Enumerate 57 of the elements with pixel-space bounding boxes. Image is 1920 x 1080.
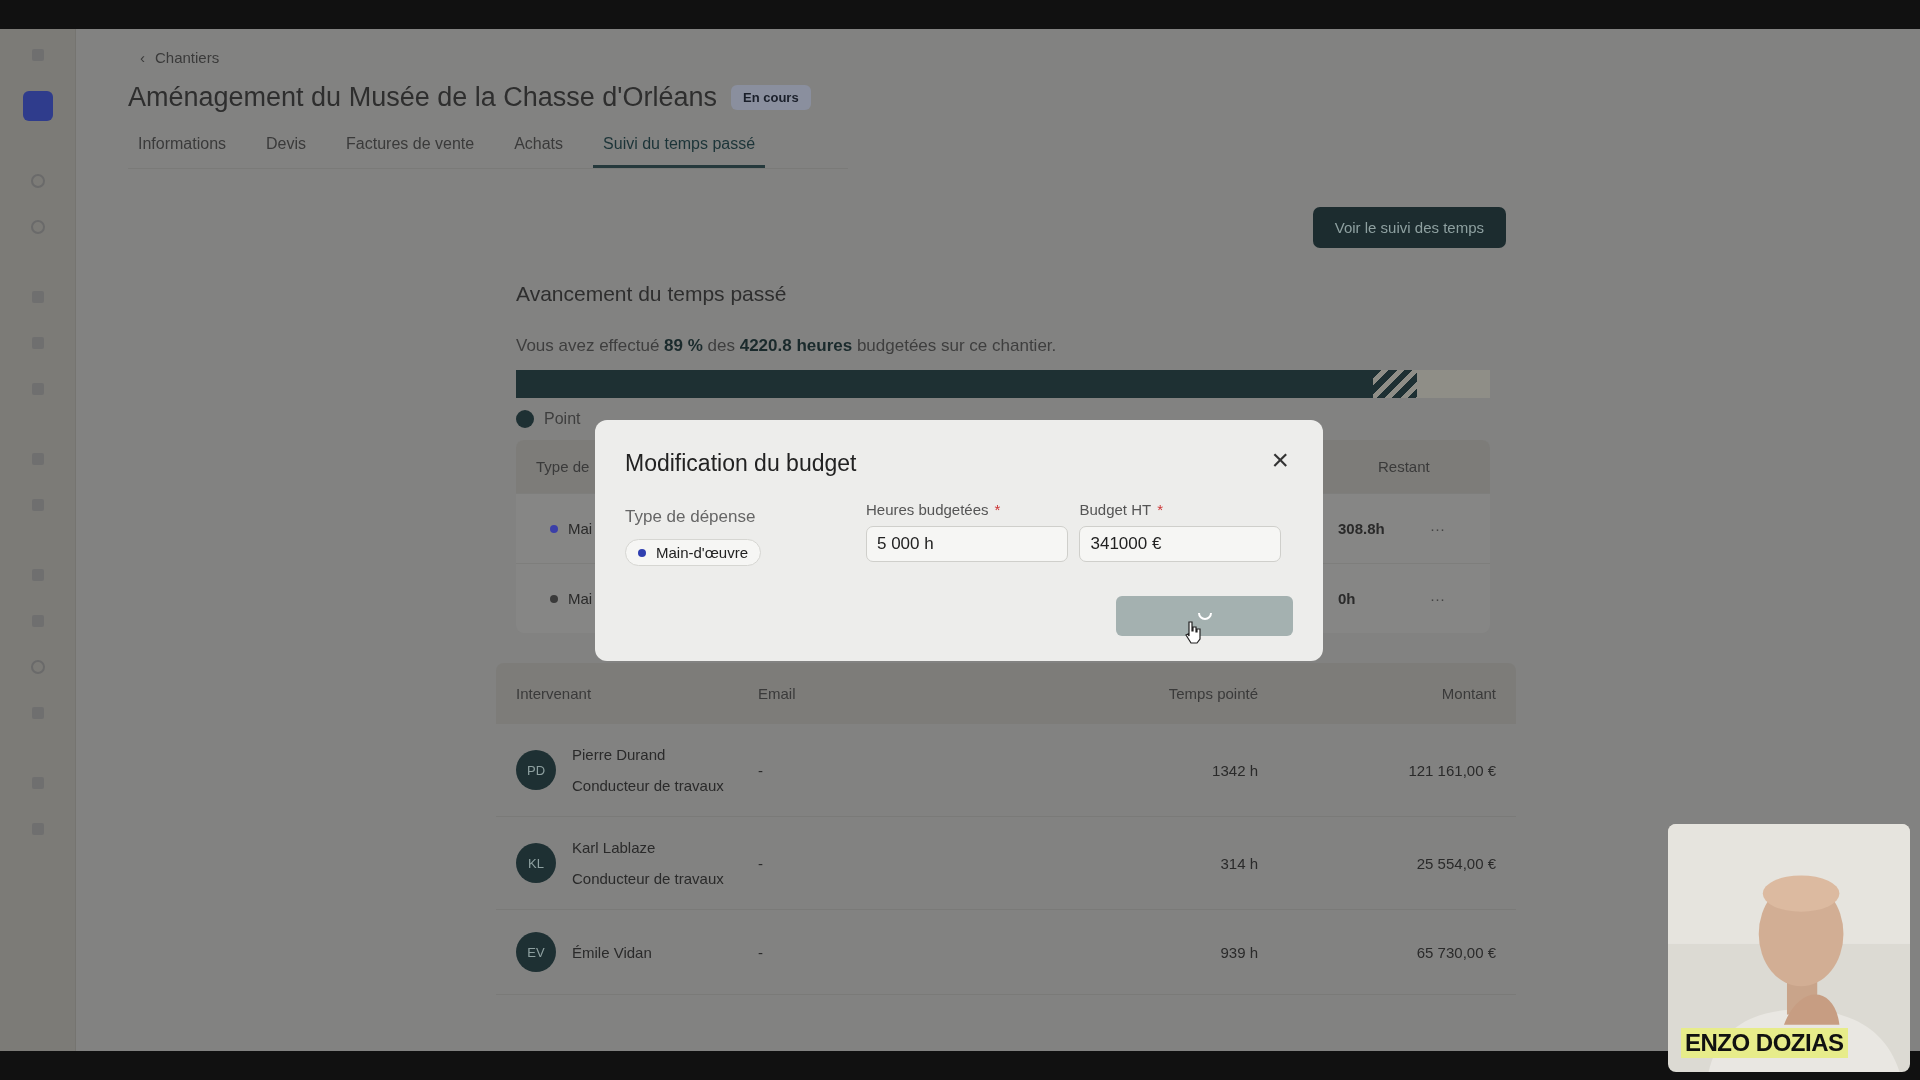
person-name: Pierre Durand	[572, 746, 667, 763]
input-field[interactable]: 5 000 h	[865, 526, 1068, 562]
close-button[interactable]: ×	[1267, 444, 1293, 475]
table-cell-text: -	[758, 943, 764, 961]
column-header: Temps pointé	[1167, 685, 1258, 702]
more-button[interactable]: ···	[1430, 520, 1470, 537]
field-label: Budget HT	[1079, 501, 1152, 518]
table-cell-text: 1342 h	[1211, 761, 1258, 779]
required-mark: *	[1157, 501, 1164, 518]
avatar: PD	[516, 750, 556, 790]
column-header: Type de	[536, 458, 590, 475]
tab[interactable]: Achats	[504, 127, 574, 168]
tag-label: Main-d'œuvre	[656, 544, 749, 561]
status-badge: En cours	[731, 85, 811, 110]
legend-dot	[516, 410, 534, 428]
table-cell-text: -	[758, 854, 764, 872]
table-cell: Mai	[568, 590, 593, 607]
field-label: Heures budgetées	[865, 501, 989, 518]
table-cell-text: 939 h	[1219, 943, 1258, 961]
field-label: Type de dépense	[625, 507, 756, 527]
required-mark: *	[994, 501, 1001, 518]
tab[interactable]: Suivi du temps passé	[593, 127, 766, 168]
create-button[interactable]	[22, 91, 53, 121]
column-header: Restant	[1378, 458, 1431, 475]
person-role: Conducteur de travaux	[572, 777, 724, 794]
avatar: KL	[516, 843, 556, 883]
table-cell-text: 308.8h	[1338, 520, 1386, 537]
legend-label: Point	[544, 410, 581, 428]
more-button[interactable]: ···	[1430, 590, 1470, 607]
dialog-title: Modification du budget	[625, 450, 857, 477]
save-button[interactable]	[1116, 596, 1293, 636]
back-icon[interactable]: ‹	[140, 49, 145, 66]
hand-cursor-icon	[1183, 620, 1203, 644]
column-header: Intervenant	[516, 685, 593, 702]
progress-summary: Vous avez effectué 89 % des 4220.8 heures budgetées sur ce chantier.	[516, 336, 1058, 356]
avatar: EV	[516, 932, 556, 972]
breadcrumb-link[interactable]: Chantiers	[155, 49, 220, 66]
view-time-button[interactable]: Voir le suivi des temps	[1312, 207, 1506, 248]
input-field[interactable]: 341000 €	[1079, 526, 1282, 562]
table-cell-text: -	[758, 761, 764, 779]
person-name: Karl Lablaze	[572, 839, 657, 856]
person-role: Conducteur de travaux	[572, 870, 724, 887]
person-name: Émile Vidan	[572, 943, 652, 961]
table-cell-text: 121 161,00 €	[1407, 761, 1496, 779]
column-header: Montant	[1440, 685, 1496, 702]
table-cell-text: 314 h	[1219, 854, 1258, 872]
table-cell: Mai	[568, 520, 593, 537]
section-title: Avancement du temps passé	[516, 282, 788, 306]
table-cell-text: 65 730,00 €	[1415, 943, 1496, 961]
column-header: Email	[758, 685, 797, 702]
table-cell-text: 25 554,00 €	[1415, 854, 1496, 872]
tab[interactable]: Informations	[128, 127, 237, 168]
table-cell-text: 0h	[1338, 590, 1357, 607]
tab[interactable]: Factures de vente	[336, 127, 485, 168]
tab[interactable]: Devis	[256, 127, 317, 168]
page-title: Aménagement du Musée de la Chasse d'Orléans	[128, 82, 717, 113]
name-caption: ENZO DOZIAS	[1681, 1028, 1848, 1058]
